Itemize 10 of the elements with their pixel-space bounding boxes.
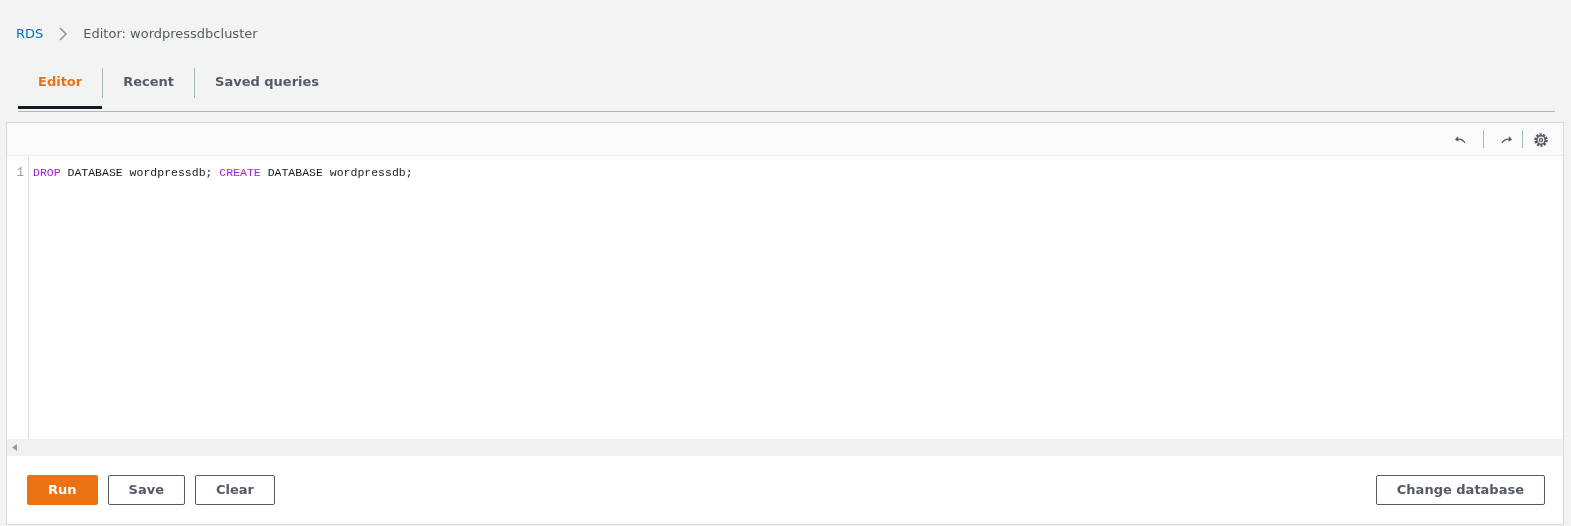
line-number: 1 (15, 165, 24, 182)
button[interactable]: Change database (1375, 475, 1545, 505)
breadcrumb-current: Editor: wordpressdbcluster (83, 25, 258, 44)
tab[interactable]: Saved queries (195, 57, 340, 109)
chevron-icon (59, 27, 68, 41)
tab[interactable]: Recent (103, 57, 195, 109)
button[interactable]: Save (107, 475, 185, 505)
breadcrumb-link[interactable]: RDS (16, 24, 44, 44)
button[interactable]: Clear (194, 475, 275, 505)
code-line: DROP DATABASE wordpressdb; CREATE DATABASE wordpressdb; (33, 165, 414, 181)
